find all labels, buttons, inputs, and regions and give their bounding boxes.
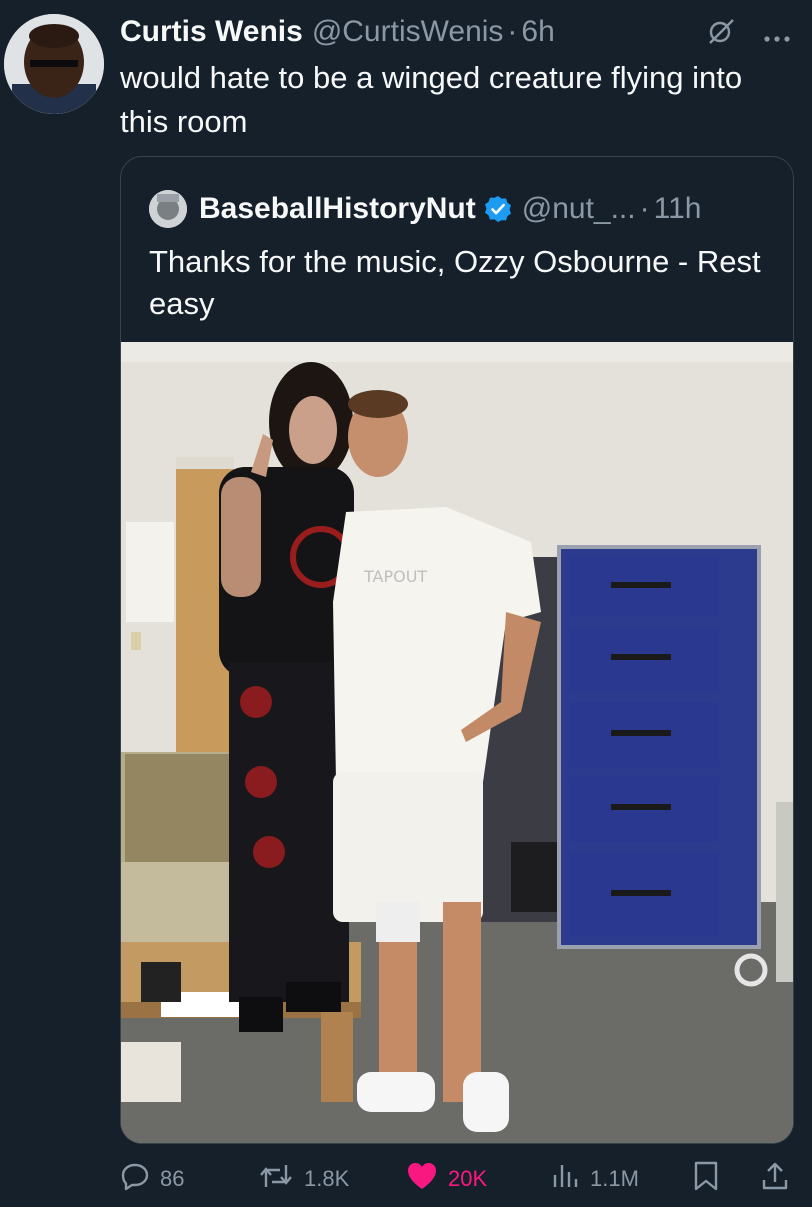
bookmark-icon: [692, 1160, 720, 1198]
grok-icon[interactable]: [706, 16, 736, 54]
shirt-logo: TAPOUT: [363, 567, 427, 586]
author-avatar[interactable]: [4, 14, 104, 114]
reply-icon: [120, 1161, 150, 1197]
heart-icon: [406, 1161, 438, 1197]
share-icon: [760, 1160, 790, 1198]
quote-photo[interactable]: TAPOUT: [121, 342, 793, 1143]
action-bar: 86 1.8K 20K 1.1M: [120, 1156, 792, 1202]
reply-count: 86: [160, 1166, 185, 1191]
bookmark-button[interactable]: [692, 1160, 720, 1198]
share-button[interactable]: [760, 1160, 790, 1198]
retweet-count: 1.8K: [304, 1166, 350, 1191]
views-button[interactable]: 1.1M: [550, 1161, 639, 1197]
author-handle[interactable]: @CurtisWenis: [312, 15, 504, 49]
views-count: 1.1M: [590, 1166, 639, 1191]
tweet-header: Curtis Wenis @CurtisWenis · 6h: [120, 12, 792, 52]
quote-author-name[interactable]: BaseballHistoryNut: [199, 192, 476, 226]
quote-separator-dot: ·: [639, 192, 650, 225]
verified-icon: [484, 195, 512, 223]
retweet-button[interactable]: 1.8K: [258, 1161, 349, 1197]
quote-text: Thanks for the music, Ozzy Osbourne - Re…: [149, 244, 761, 321]
quote-author-avatar[interactable]: [149, 190, 187, 228]
separator-dot: ·: [507, 15, 518, 48]
views-icon: [550, 1161, 580, 1197]
author-name[interactable]: Curtis Wenis: [120, 15, 303, 49]
like-count: 20K: [448, 1166, 488, 1191]
quote-author-handle[interactable]: @nut_...: [522, 192, 636, 226]
quote-time[interactable]: 11h: [654, 192, 702, 226]
retweet-icon: [258, 1161, 294, 1197]
quote-header: BaseballHistoryNut @nut_... · 11h: [149, 187, 701, 231]
reply-button[interactable]: 86: [120, 1161, 184, 1197]
more-icon[interactable]: [762, 18, 792, 52]
like-button[interactable]: 20K: [406, 1161, 487, 1197]
tweet-time[interactable]: 6h: [521, 15, 554, 49]
tweet-text: would hate to be a winged creature flyin…: [120, 60, 743, 139]
quoted-tweet[interactable]: BaseballHistoryNut @nut_... · 11h Thanks…: [120, 156, 794, 1144]
